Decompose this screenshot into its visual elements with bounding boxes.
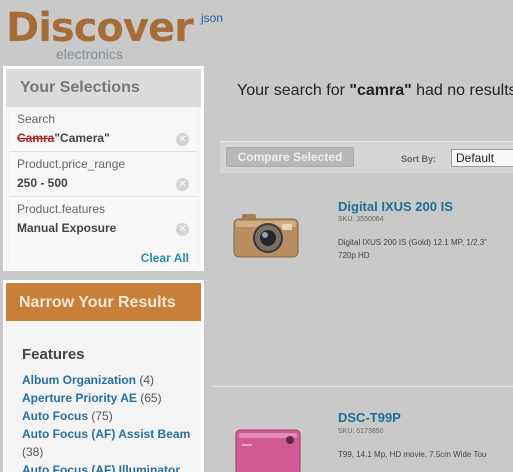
narrow-header: Narrow Your Results [6, 283, 201, 321]
product-description: T99, 14.1 Mp, HD movie, 7.5cm Wide Tou [338, 450, 487, 459]
brand-name: Discover [6, 5, 194, 51]
facet-label: Product.price_range [17, 157, 126, 171]
feature-link[interactable]: Auto Focus (AF) Assist Beam (38) [22, 425, 194, 461]
no-results-message: Your search for "camra" had no results [237, 82, 513, 99]
product-sku: SKU: 6173850 [338, 428, 384, 435]
feature-link[interactable]: Auto Focus (AF) Illuminator [22, 461, 194, 472]
facet-search: Search Camra"Camera" ✕ [10, 107, 197, 152]
product-title-link[interactable]: Digital IXUS 200 IS [338, 199, 453, 214]
product-description: 720p HD [338, 251, 370, 260]
clear-all-link[interactable]: Clear All [141, 251, 189, 265]
sort-by-label: Sort By: [401, 154, 437, 164]
feature-link[interactable]: Auto Focus (75) [22, 407, 194, 425]
brand-logo[interactable]: Discover electronics [6, 6, 196, 62]
feature-link[interactable]: Album Organization (4) [22, 371, 194, 389]
facet-value: Camra"Camera" [17, 131, 110, 145]
product-image[interactable] [230, 202, 314, 272]
suggested-term: "Camera" [54, 131, 110, 145]
remove-icon[interactable]: ✕ [176, 133, 189, 146]
product-sku: SKU: 3550064 [338, 216, 384, 223]
camera-pink-icon [235, 429, 301, 472]
features-list: Album Organization (4) Aperture Priority… [22, 371, 194, 472]
search-term: "camra" [349, 82, 412, 99]
selections-panel: Your Selections Search Camra"Camera" ✕ P… [3, 66, 204, 271]
remove-icon[interactable]: ✕ [176, 178, 189, 191]
result-item: Digital IXUS 200 IS SKU: 3550064 Digital… [220, 190, 513, 380]
json-link[interactable]: json [201, 11, 223, 25]
narrow-panel: Narrow Your Results Features Album Organ… [3, 280, 204, 472]
selections-title: Your Selections [20, 79, 140, 96]
compare-selected-button[interactable]: Compare Selected [226, 147, 354, 167]
remove-icon[interactable]: ✕ [176, 223, 189, 236]
sort-select[interactable]: Default [451, 149, 513, 167]
product-title-link[interactable]: DSC-T99P [338, 410, 401, 425]
product-image[interactable] [230, 424, 314, 472]
facet-value: Manual Exposure [17, 221, 117, 235]
camera-gold-icon [233, 214, 299, 258]
facet-features: Product.features Manual Exposure ✕ [10, 197, 197, 242]
brand-sub: electronics [56, 46, 123, 62]
facet-value: 250 - 500 [17, 176, 68, 190]
selections-list: Search Camra"Camera" ✕ Product.price_ran… [10, 107, 197, 270]
corrected-term: Camra [17, 131, 55, 145]
results-divider [212, 386, 513, 387]
feature-link[interactable]: Aperture Priority AE (65) [22, 389, 194, 407]
result-item: DSC-T99P SKU: 6173850 T99, 14.1 Mp, HD m… [220, 400, 513, 472]
narrow-title: Narrow Your Results [19, 294, 176, 311]
selections-header: Your Selections [6, 69, 201, 107]
facet-label: Search [17, 112, 56, 126]
facet-price-range: Product.price_range 250 - 500 ✕ [10, 152, 197, 197]
results-toolbar: Compare Selected Sort By: Default [220, 141, 513, 173]
facet-label: Product.features [17, 202, 106, 216]
features-title: Features [22, 346, 85, 363]
product-description: Digital IXUS 200 IS (Gold) 12.1 MP, 1/2.… [338, 238, 487, 247]
